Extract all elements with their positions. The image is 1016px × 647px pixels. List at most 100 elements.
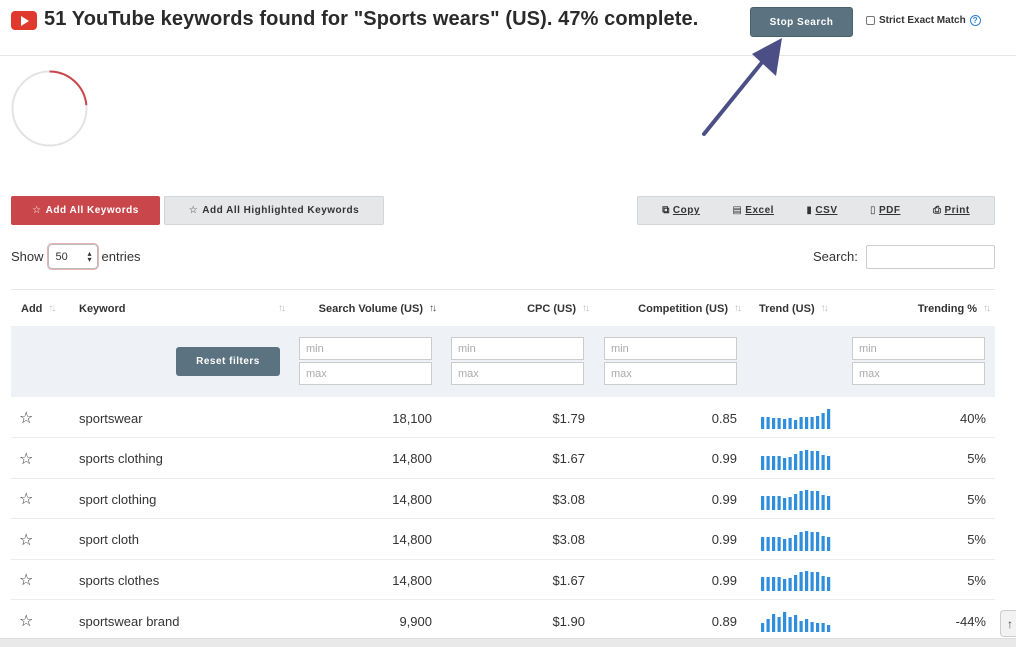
pdf-button[interactable]: ▯ PDF [870, 205, 901, 216]
strict-exact-match-checkbox[interactable] [866, 16, 875, 25]
trend-bar [794, 420, 798, 429]
column-label: Keyword [79, 302, 126, 315]
column-header-trending[interactable]: Trending % ↑↓ [857, 290, 991, 327]
reset-filters-button[interactable]: Reset filters [176, 347, 280, 376]
trend-bar [827, 536, 831, 551]
competition-cell: 0.99 [711, 491, 737, 507]
trend-bar [761, 623, 765, 632]
table-row[interactable]: ☆ sport clothing 14,800 $3.08 0.99 5% [11, 479, 995, 520]
search-label: Search: [813, 249, 858, 264]
scroll-to-top-button[interactable]: ↑ [1000, 610, 1016, 637]
table-row[interactable]: ☆ sports clothes 14,800 $1.67 0.99 5% [11, 560, 995, 601]
trending-percent-cell: 5% [967, 532, 986, 548]
competition-min-filter[interactable]: min [604, 337, 737, 360]
stop-search-button[interactable]: Stop Search [750, 7, 853, 37]
column-label: Add [21, 302, 43, 315]
search-input[interactable] [866, 245, 995, 269]
trending-min-filter[interactable]: min [852, 337, 985, 360]
trend-bar [766, 417, 770, 429]
trend-bar [810, 491, 814, 511]
cpc-cell: $1.67 [552, 451, 585, 467]
keyword-cell: sports clothing [79, 451, 163, 467]
horizontal-scrollbar[interactable] [0, 638, 1016, 647]
table-row[interactable]: ☆ sportswear brand 9,900 $1.90 0.89 -44% [11, 601, 995, 641]
search-volume-cell: 14,800 [392, 451, 432, 467]
competition-max-filter[interactable]: max [604, 362, 737, 385]
excel-button[interactable]: ▤ Excel [732, 205, 774, 216]
search-volume-cell: 14,800 [392, 572, 432, 588]
trend-bar [810, 531, 814, 551]
trend-bar [772, 536, 776, 551]
sort-icon: ↑↓ [48, 303, 56, 314]
trend-bar [783, 498, 787, 511]
column-label: Trend (US) [759, 302, 815, 315]
table-row[interactable]: ☆ sportswear 18,100 $1.79 0.85 40% [11, 398, 995, 438]
add-highlighted-keywords-button[interactable]: ☆ Add All Highlighted Keywords [164, 196, 384, 225]
keyword-cell: sport clothing [79, 491, 157, 507]
trend-bar [777, 496, 781, 511]
table-row[interactable]: ☆ sports clothing 14,800 $1.67 0.99 5% [11, 439, 995, 479]
star-icon[interactable]: ☆ [19, 530, 33, 550]
star-icon[interactable]: ☆ [19, 408, 33, 428]
star-icon[interactable]: ☆ [19, 570, 33, 590]
trend-bar [761, 417, 765, 429]
trend-cell [761, 560, 836, 600]
keyword-cell: sportswear [79, 410, 143, 426]
trend-bar [794, 575, 798, 592]
trending-max-filter[interactable]: max [852, 362, 985, 385]
star-icon[interactable]: ☆ [19, 449, 33, 469]
trend-bar [788, 497, 792, 511]
table-row[interactable]: ☆ sport cloth 14,800 $3.08 0.99 5% [11, 520, 995, 560]
youtube-icon [11, 11, 37, 30]
column-header-add[interactable]: Add ↑↓ [21, 290, 56, 327]
sort-icon: ↑↓ [734, 303, 742, 314]
column-header-keyword[interactable]: Keyword ↑↓ [79, 290, 286, 327]
add-keyword-star[interactable]: ☆ [19, 398, 39, 438]
trend-bar [772, 496, 776, 511]
trend-bar [777, 536, 781, 551]
select-arrows-icon: ▴ ▾ [87, 248, 92, 264]
trend-bar [827, 625, 831, 632]
trend-bar [761, 577, 765, 592]
add-keyword-star[interactable]: ☆ [19, 601, 39, 641]
trend-bar [777, 418, 781, 429]
trend-bar [805, 417, 809, 429]
entries-select[interactable]: 50 ▴ ▾ [47, 244, 98, 269]
add-highlighted-keywords-label: Add All Highlighted Keywords [202, 205, 360, 216]
add-keyword-star[interactable]: ☆ [19, 479, 39, 519]
strict-exact-match[interactable]: Strict Exact Match ? [866, 15, 981, 26]
trend-sparkline [761, 449, 831, 470]
trending-percent-cell: 5% [967, 451, 986, 467]
add-all-keywords-button[interactable]: ☆ Add All Keywords [11, 196, 160, 225]
keyword-cell: sports clothes [79, 572, 160, 588]
page-title: 51 YouTube keywords found for "Sports we… [44, 8, 699, 30]
help-icon[interactable]: ? [969, 15, 981, 26]
print-button[interactable]: ⎙ Print [933, 205, 970, 216]
star-icon[interactable]: ☆ [19, 489, 33, 509]
trend-bar [766, 577, 770, 592]
column-header-competition[interactable]: Competition (US) ↑↓ [609, 290, 742, 327]
trend-bar [783, 579, 787, 592]
trend-bar [766, 536, 770, 551]
trend-bar [805, 619, 809, 632]
cpc-min-filter[interactable]: min [451, 337, 584, 360]
column-header-cpc[interactable]: CPC (US) ↑↓ [457, 290, 590, 327]
volume-max-filter[interactable]: max [299, 362, 432, 385]
add-keyword-star[interactable]: ☆ [19, 520, 39, 560]
csv-button[interactable]: ▮ CSV [806, 205, 837, 216]
table-header: Add ↑↓ Keyword ↑↓ Search Volume (US) ↑↓ CPC… [11, 289, 995, 326]
trend-bar [766, 619, 770, 632]
add-keyword-star[interactable]: ☆ [19, 439, 39, 479]
star-icon[interactable]: ☆ [19, 611, 33, 631]
trend-bar [799, 531, 803, 551]
column-label: Competition (US) [638, 302, 728, 315]
cpc-max-filter[interactable]: max [451, 362, 584, 385]
cpc-cell: $1.90 [552, 613, 585, 629]
add-keyword-star[interactable]: ☆ [19, 560, 39, 600]
volume-min-filter[interactable]: min [299, 337, 432, 360]
column-header-search-volume[interactable]: Search Volume (US) ↑↓ [305, 290, 437, 327]
column-header-trend[interactable]: Trend (US) ↑↓ [759, 290, 838, 327]
copy-button[interactable]: ⧉ Copy [662, 205, 700, 216]
print-label: Print [944, 205, 970, 216]
trend-cell [761, 520, 836, 560]
